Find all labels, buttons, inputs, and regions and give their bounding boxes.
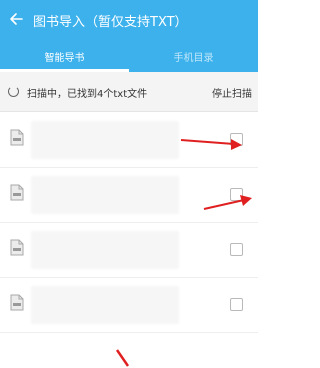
- file-name-blurred: [31, 121, 179, 159]
- file-row[interactable]: [0, 168, 258, 223]
- tab-bar: 智能导书 手机目录: [0, 40, 258, 72]
- page-title: 图书导入（暂仅支持TXT）: [33, 15, 188, 30]
- red-arrow-annotation: [115, 349, 130, 367]
- scan-status-bar: 扫描中，已找到4个txt文件 停止扫描: [0, 72, 258, 112]
- file-checkbox[interactable]: [230, 133, 243, 146]
- file-name-blurred: [31, 286, 179, 324]
- loading-spinner-icon: [8, 86, 19, 97]
- stop-scan-button[interactable]: 停止扫描: [212, 85, 252, 100]
- app-header: 图书导入（暂仅支持TXT） 智能导书 手机目录: [0, 0, 258, 72]
- file-name-blurred: [31, 176, 179, 214]
- scan-status-text: 扫描中，已找到4个txt文件: [27, 89, 148, 100]
- file-row[interactable]: [0, 113, 258, 168]
- top-bar: 图书导入（暂仅支持TXT）: [0, 0, 258, 40]
- txt-file-icon: [10, 129, 24, 146]
- txt-file-icon: [10, 184, 24, 201]
- file-row[interactable]: [0, 278, 258, 333]
- txt-file-icon: [10, 294, 24, 311]
- file-checkbox[interactable]: [230, 298, 243, 311]
- back-button[interactable]: [6, 9, 26, 29]
- file-checkbox[interactable]: [230, 243, 243, 256]
- txt-file-icon: [10, 239, 24, 256]
- file-checkbox[interactable]: [230, 188, 243, 201]
- tab-phone-directory[interactable]: 手机目录: [129, 40, 258, 72]
- tab-smart-import[interactable]: 智能导书: [0, 40, 129, 72]
- file-row[interactable]: [0, 223, 258, 278]
- back-arrow-icon: [10, 13, 23, 25]
- file-list: [0, 113, 258, 333]
- file-name-blurred: [31, 231, 179, 269]
